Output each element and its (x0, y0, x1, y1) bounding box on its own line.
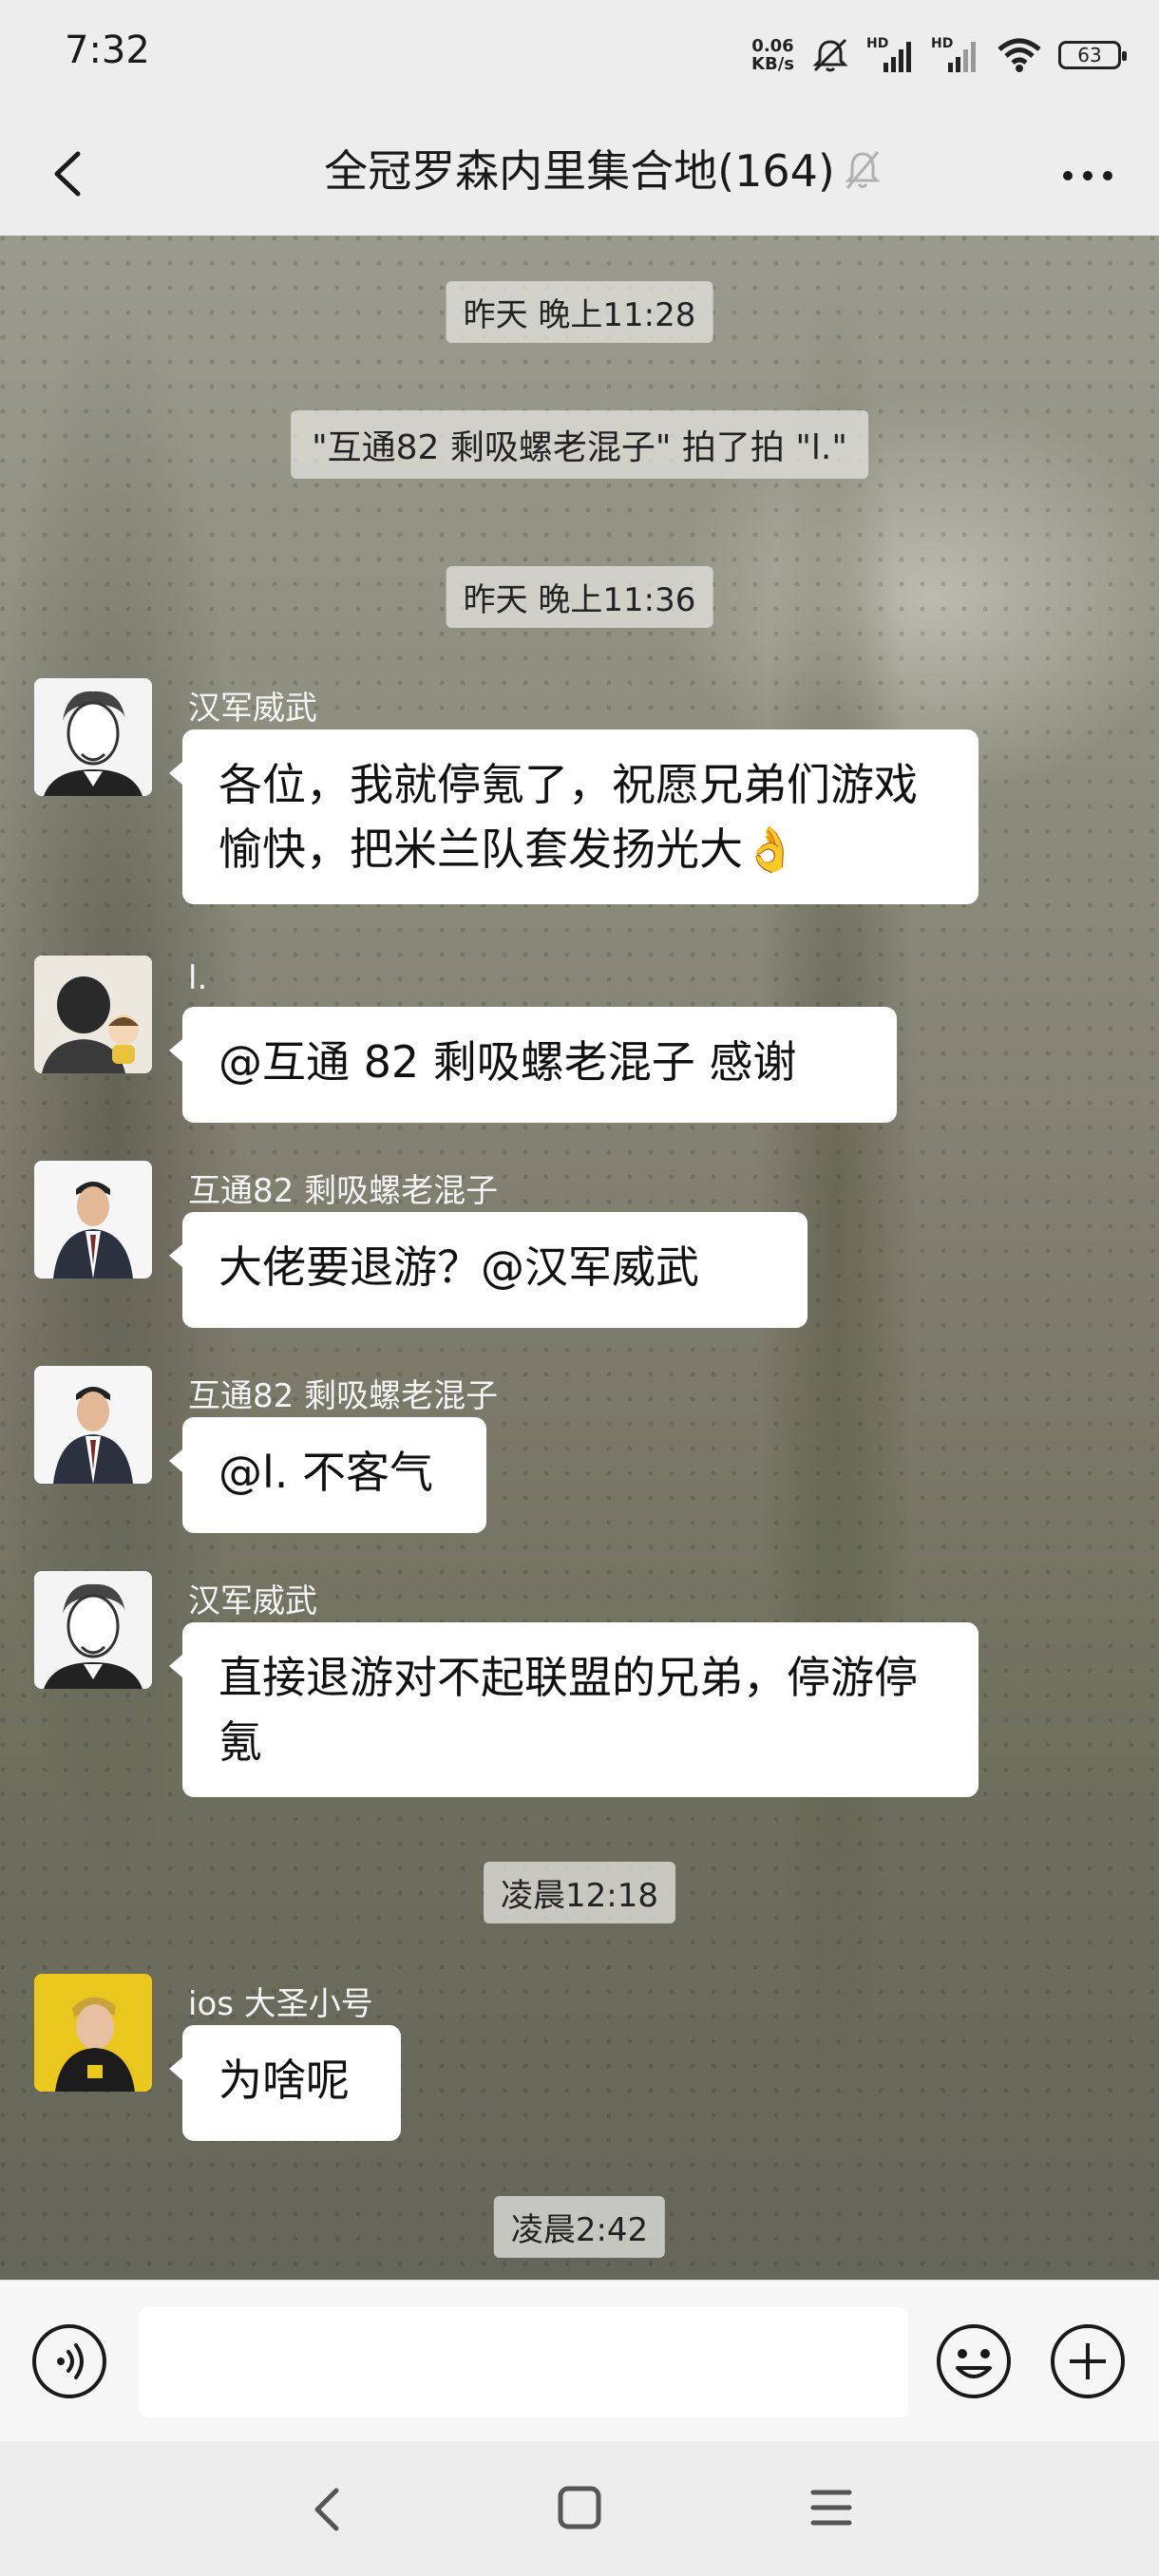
nav-back-button[interactable] (304, 2483, 352, 2536)
hd-label-2: HD (931, 36, 954, 51)
signal-icon-2: HD (931, 36, 980, 74)
sender-name: 互通82 剩吸螺老混子 (188, 1172, 499, 1210)
chat-title: 全冠罗森内里集合地(164) (324, 145, 835, 197)
sender-name: 互通82 剩吸螺老混子 (188, 1377, 499, 1415)
title-bar: 全冠罗森内里集合地(164) (0, 114, 1159, 236)
sender-name: 汉军威武 (188, 690, 317, 728)
message-bubble[interactable]: 各位，我就停氪了，祝愿兄弟们游戏愉快，把米兰队套发扬光大👌 (169, 729, 978, 904)
message-bubble[interactable]: 为啥呢 (169, 2025, 401, 2141)
avatar[interactable] (34, 1571, 152, 1689)
bell-off-icon (844, 146, 882, 194)
time-divider: 凌晨12:18 (484, 1862, 675, 1923)
plus-icon (1051, 2324, 1125, 2398)
nav-back-icon (314, 2488, 339, 2531)
nav-menu-icon (810, 2490, 852, 2526)
signal-icon: HD (866, 36, 916, 74)
system-nav-bar (0, 2441, 1159, 2576)
battery-icon: 63 (1058, 41, 1127, 69)
message-bubble[interactable]: @互通 82 剩吸螺老混子 感谢 (169, 1007, 897, 1123)
nav-home-button[interactable] (555, 2483, 604, 2532)
avatar[interactable] (34, 678, 152, 796)
nav-menu-button[interactable] (808, 2483, 855, 2532)
voice-icon (32, 2324, 106, 2398)
time-divider: 昨天 晚上11:36 (446, 566, 713, 628)
sender-name: 汉军威武 (188, 1582, 317, 1620)
plus-button[interactable] (1049, 2322, 1127, 2400)
more-button[interactable] (1054, 142, 1121, 209)
avatar[interactable] (34, 956, 152, 1073)
status-icons: 0.06 KB/s HD HD 63 (751, 28, 1127, 82)
time-divider: 昨天 晚上11:28 (446, 281, 713, 343)
more-dots-icon (1063, 171, 1112, 180)
hd-label: HD (866, 36, 889, 51)
sender-name: ios 大圣小号 (188, 1985, 373, 2023)
avatar[interactable] (34, 1974, 152, 2092)
message-input[interactable] (139, 2307, 908, 2417)
voice-button[interactable] (30, 2322, 108, 2400)
message-bubble[interactable]: @l. 不客气 (169, 1417, 486, 1533)
mute-status-icon (812, 38, 848, 72)
wifi-icon (998, 38, 1041, 72)
nav-home-icon (558, 2486, 601, 2529)
emoji-button[interactable] (935, 2322, 1013, 2400)
system-message: "互通82 剩吸螺老混子" 拍了拍 "l." (291, 410, 868, 479)
message-bubble[interactable]: 大佬要退游？@汉军威武 (169, 1212, 808, 1328)
sender-name: l. (188, 959, 208, 997)
message-bubble[interactable]: 直接退游对不起联盟的兄弟，停游停氪 (169, 1622, 978, 1797)
network-speed-value: 0.06 (751, 36, 794, 56)
status-bar: 7:32 0.06 KB/s HD HD 63 (0, 0, 1159, 114)
chat-area[interactable]: 昨天 晚上11:28 "互通82 剩吸螺老混子" 拍了拍 "l." 昨天 晚上1… (0, 236, 1159, 2280)
input-bar (0, 2280, 1159, 2442)
status-time: 7:32 (65, 28, 150, 72)
avatar[interactable] (34, 1366, 152, 1484)
network-speed: 0.06 KB/s (751, 37, 794, 73)
emoji-icon (937, 2324, 1011, 2398)
network-speed-unit: KB/s (751, 54, 794, 74)
time-divider: 凌晨2:42 (493, 2196, 666, 2258)
avatar[interactable] (34, 1161, 152, 1279)
